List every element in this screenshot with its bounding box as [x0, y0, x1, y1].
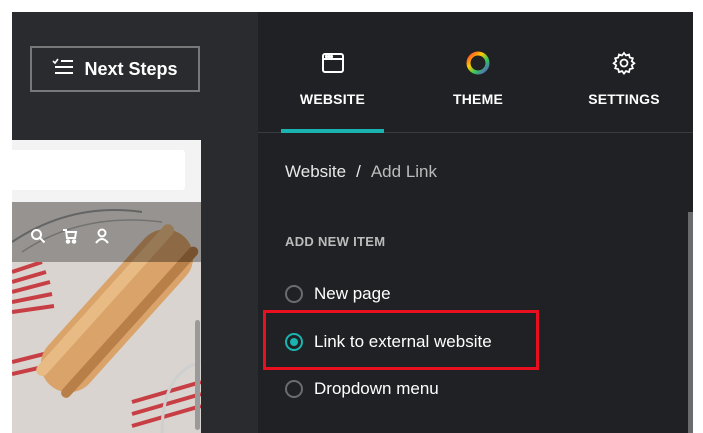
checklist-icon — [52, 58, 74, 81]
next-steps-button[interactable]: Next Steps — [30, 46, 200, 92]
option-label: Dropdown menu — [314, 379, 439, 398]
tab-website-label: WEBSITE — [299, 91, 366, 107]
tab-website[interactable]: WEBSITE — [281, 12, 384, 133]
preview-nav-icons — [30, 228, 110, 244]
option-new-page[interactable]: New page — [285, 284, 391, 304]
site-preview-area: Next Steps — [12, 12, 258, 433]
annotation-highlight-box — [263, 310, 539, 370]
section-title: ADD NEW ITEM — [285, 234, 386, 249]
radio-button[interactable] — [285, 285, 303, 303]
panel-scrollbar[interactable] — [688, 212, 693, 433]
color-wheel-icon — [465, 50, 491, 76]
breadcrumb: Website / Add Link — [285, 162, 437, 182]
next-steps-label: Next Steps — [84, 58, 178, 79]
option-label: New page — [314, 284, 391, 303]
editor-side-panel: WEBSITE THEME SETTINGS Website / Add Lin… — [258, 12, 693, 433]
tab-settings-label: SETTINGS — [588, 91, 660, 107]
option-dropdown-menu[interactable]: Dropdown menu — [285, 379, 439, 399]
website-preview[interactable] — [12, 140, 201, 433]
preview-header-bar — [12, 150, 185, 190]
breadcrumb-root[interactable]: Website — [285, 162, 346, 182]
active-tab-indicator — [281, 129, 384, 133]
tab-theme-label: THEME — [453, 91, 503, 107]
panel-tab-bar: WEBSITE THEME SETTINGS — [258, 12, 693, 133]
browser-window-icon — [320, 50, 346, 76]
cart-icon[interactable] — [62, 228, 78, 244]
radio-button[interactable] — [285, 380, 303, 398]
breadcrumb-current: Add Link — [370, 162, 438, 181]
gear-icon — [611, 50, 637, 76]
preview-scrollbar[interactable] — [195, 320, 200, 430]
editor-app: Next Steps WEBSITE THEME SETTINGS Websit… — [12, 12, 693, 433]
user-icon[interactable] — [94, 228, 110, 244]
tab-theme[interactable]: THEME — [430, 12, 526, 133]
search-icon[interactable] — [30, 228, 46, 244]
breadcrumb-separator: / — [356, 162, 361, 181]
tab-settings[interactable]: SETTINGS — [576, 12, 672, 133]
